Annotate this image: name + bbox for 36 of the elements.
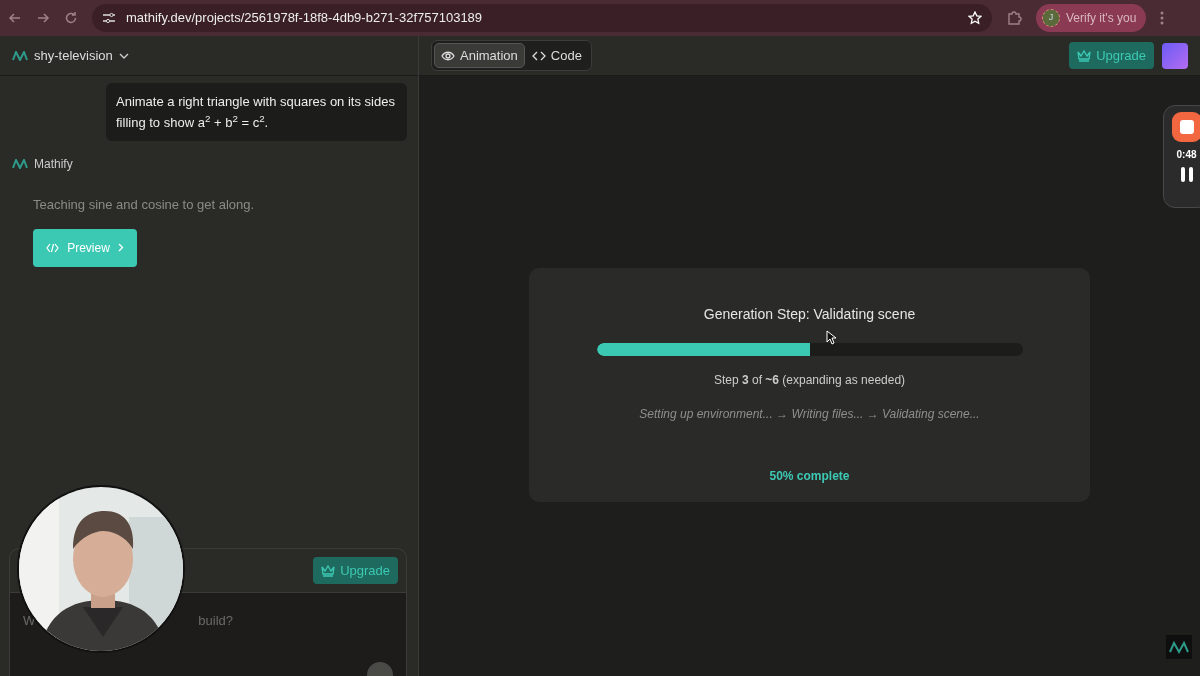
address-bar[interactable]: mathify.dev/projects/2561978f-18f8-4db9-b271-32f757103189 <box>92 4 992 32</box>
star-icon[interactable] <box>968 11 982 25</box>
puzzle-icon[interactable] <box>1006 10 1022 26</box>
forward-icon[interactable] <box>36 11 50 25</box>
eye-icon <box>441 50 455 61</box>
profile-chip[interactable]: J Verify it's you <box>1036 4 1147 32</box>
menu-icon[interactable] <box>1160 11 1165 25</box>
step-count: Step 3 of ~6 (expanding as needed) <box>713 372 906 389</box>
logo-icon <box>12 50 28 61</box>
user-message: Animate a right triangle with squares on its sides filling to show a$^{2}$ + b$^{2}$ = c$^{2}$. <box>106 83 407 141</box>
crown-icon <box>1077 49 1092 62</box>
reload-icon[interactable] <box>64 11 78 25</box>
step-trail: Setting up environment... → Writing files... → Validating scene... <box>639 406 980 423</box>
percent-complete: 50% complete <box>769 468 850 485</box>
code-icon <box>46 242 60 253</box>
recording-time: 0:48 <box>1176 148 1197 162</box>
step-title: Generation Step: Validating scene <box>703 305 916 324</box>
view-tab[interactable]: Animation <box>434 42 525 69</box>
stop-button[interactable] <box>1171 112 1200 142</box>
upgrade-button[interactable]: Upgrade <box>1069 41 1154 70</box>
logo-icon <box>12 159 28 169</box>
pause-icon[interactable] <box>1180 167 1193 182</box>
logo-icon <box>1166 635 1192 659</box>
upgrade-button[interactable]: Upgrade <box>313 556 398 585</box>
chevron-right-icon <box>117 243 124 252</box>
site-settings-icon[interactable] <box>102 12 116 24</box>
url-text: mathify.dev/projects/2561978f-18f8-4db9-b271-32f757103189 <box>126 9 484 28</box>
back-icon[interactable] <box>8 11 22 25</box>
project-selector[interactable]: shy-television <box>12 45 129 66</box>
assistant-message: Teaching sine and cosine to get along. <box>33 196 256 214</box>
chevron-down-icon <box>118 52 129 59</box>
code-icon <box>531 50 546 61</box>
view-tab[interactable]: Code <box>524 42 589 69</box>
author-name: Mathify <box>34 156 73 173</box>
profile-initial: J <box>1042 9 1060 27</box>
crown-icon <box>321 564 336 577</box>
